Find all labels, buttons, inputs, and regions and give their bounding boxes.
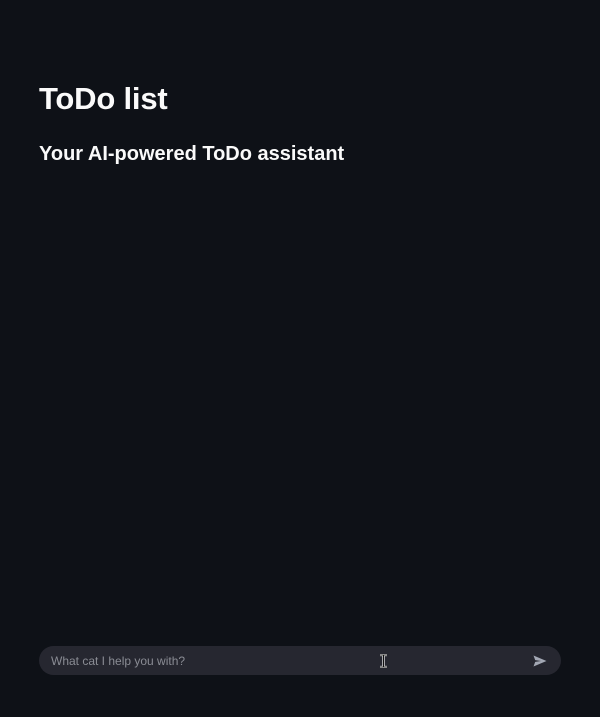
send-icon: [533, 655, 547, 666]
page-title: ToDo list: [39, 81, 168, 116]
chat-input[interactable]: [39, 646, 523, 675]
main-content: ToDo list Your AI-powered ToDo assistant: [39, 80, 561, 167]
chat-input-bar: [39, 646, 561, 675]
app-container: ToDo list Your AI-powered ToDo assistant: [0, 0, 600, 717]
send-button[interactable]: [523, 646, 557, 675]
page-subtitle: Your AI-powered ToDo assistant: [39, 143, 345, 165]
